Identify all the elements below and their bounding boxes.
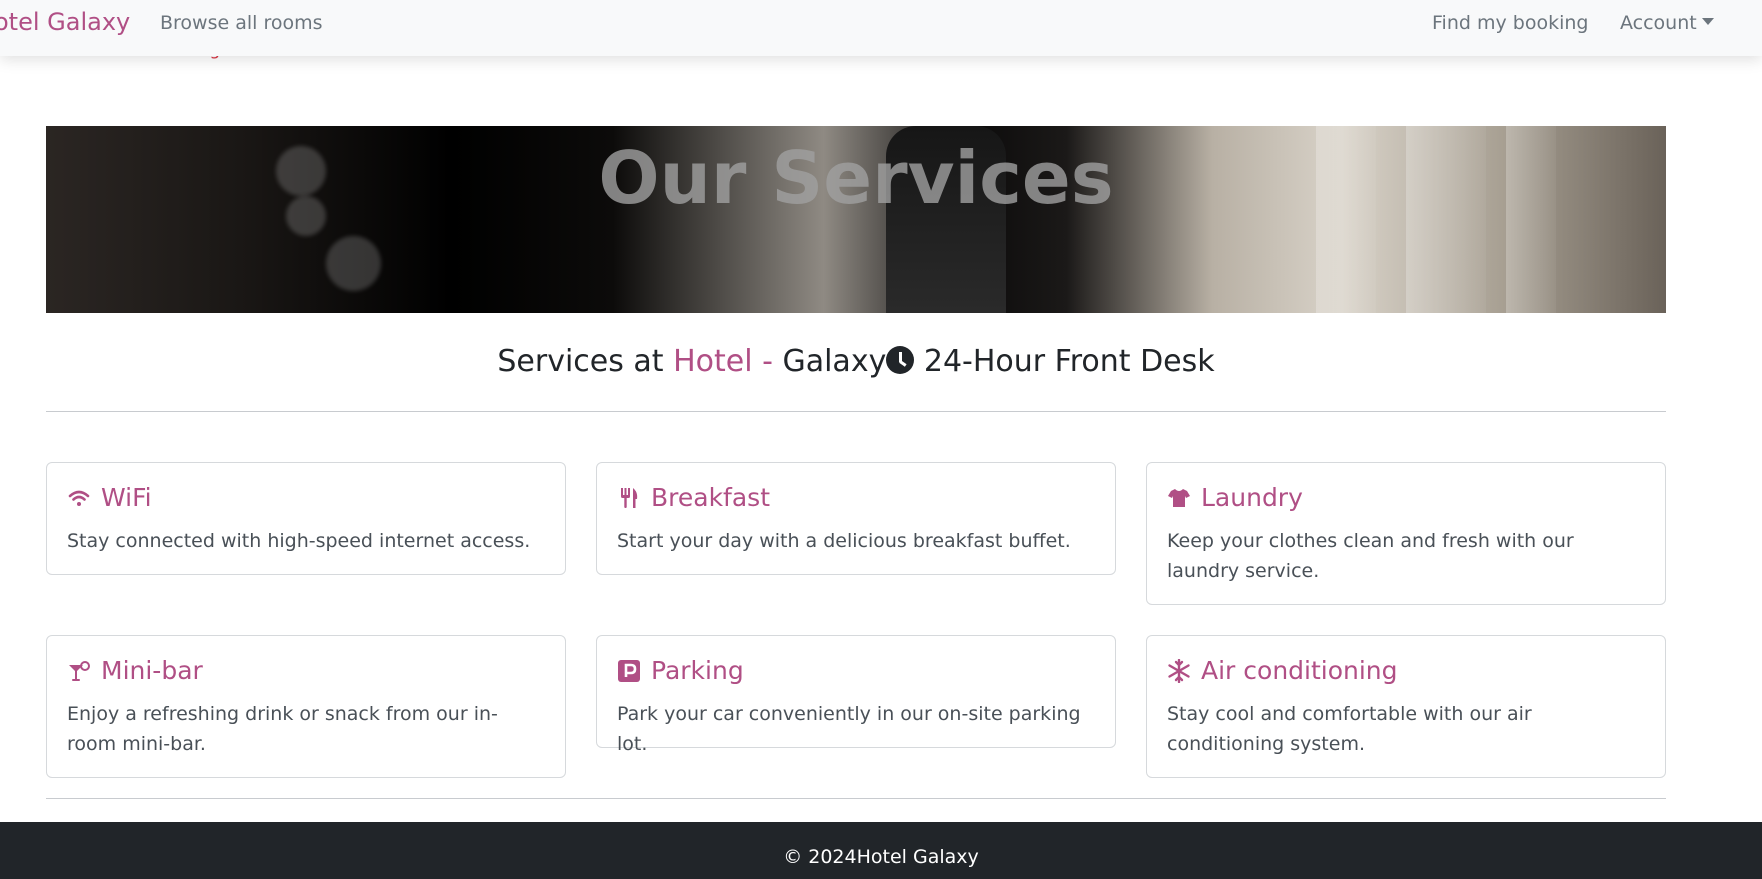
cocktail-icon [67,659,91,683]
service-card-wifi: WiFi Stay connected with high-speed inte… [46,462,566,575]
heading-name: Galaxy [782,344,887,379]
nav-browse-rooms[interactable]: Browse all rooms [160,12,323,34]
tshirt-icon [1167,486,1191,510]
card-title-text: Laundry [1201,483,1303,512]
card-title-text: Parking [651,656,744,685]
hero-bokeh [326,236,381,291]
nav-account-label: Account [1620,12,1697,34]
clock-icon [886,345,915,374]
card-title-breakfast: Breakfast [617,483,1095,512]
card-title-text: Breakfast [651,483,771,512]
service-card-parking: Parking Park your car conveniently in ou… [596,635,1116,755]
hero-banner: Our Services [46,126,1666,313]
snowflake-icon [1167,658,1191,683]
wifi-icon [67,486,91,510]
service-card-laundry: Laundry Keep your clothes clean and fres… [1146,462,1666,605]
divider [46,798,1666,799]
card-title-text: Air conditioning [1201,656,1398,685]
brand-link[interactable]: otel Galaxy [0,8,130,36]
footer-copyright: © 2024Hotel Galaxy [783,846,979,868]
card-title-wifi: WiFi [67,483,545,512]
divider [46,411,1666,412]
navbar: otel Galaxy Browse all rooms Find my boo… [0,0,1762,56]
parking-icon [617,659,641,683]
heading-front-desk: 24-Hour Front Desk [914,344,1215,379]
card-text: Stay connected with high-speed internet … [67,530,531,552]
heading-prefix: Services at [497,344,674,379]
card-text: Enjoy a refreshing drink or snack from o… [67,703,498,755]
card-title-laundry: Laundry [1167,483,1645,512]
heading-accent: Hotel - [673,344,783,379]
card-text: Keep your clothes clean and fresh with o… [1167,530,1574,582]
card-title-parking: Parking [617,656,1095,685]
nav-account-dropdown[interactable]: Account [1620,12,1714,34]
card-title-text: WiFi [101,483,152,512]
card-title-minibar: Mini-bar [67,656,545,685]
utensils-icon [617,486,641,510]
services-heading: Services at Hotel - Galaxy 24-Hour Front… [46,344,1666,379]
service-card-breakfast: Breakfast Start your day with a deliciou… [596,462,1116,575]
hero-title: Our Services [598,136,1114,220]
nav-find-booking[interactable]: Find my booking [1432,12,1588,34]
card-title-air-conditioning: Air conditioning [1167,656,1645,685]
card-text: Start your day with a delicious breakfas… [617,530,1071,552]
service-card-minibar: Mini-bar Enjoy a refreshing drink or sna… [46,635,566,778]
service-card-air-conditioning: Air conditioning Stay cool and comfortab… [1146,635,1666,778]
caret-down-icon [1701,18,1714,25]
card-text: Stay cool and comfortable with our air c… [1167,703,1532,755]
card-text: Park your car conveniently in our on-sit… [617,703,1081,755]
card-title-text: Mini-bar [101,656,203,685]
footer: © 2024Hotel Galaxy [0,822,1762,879]
